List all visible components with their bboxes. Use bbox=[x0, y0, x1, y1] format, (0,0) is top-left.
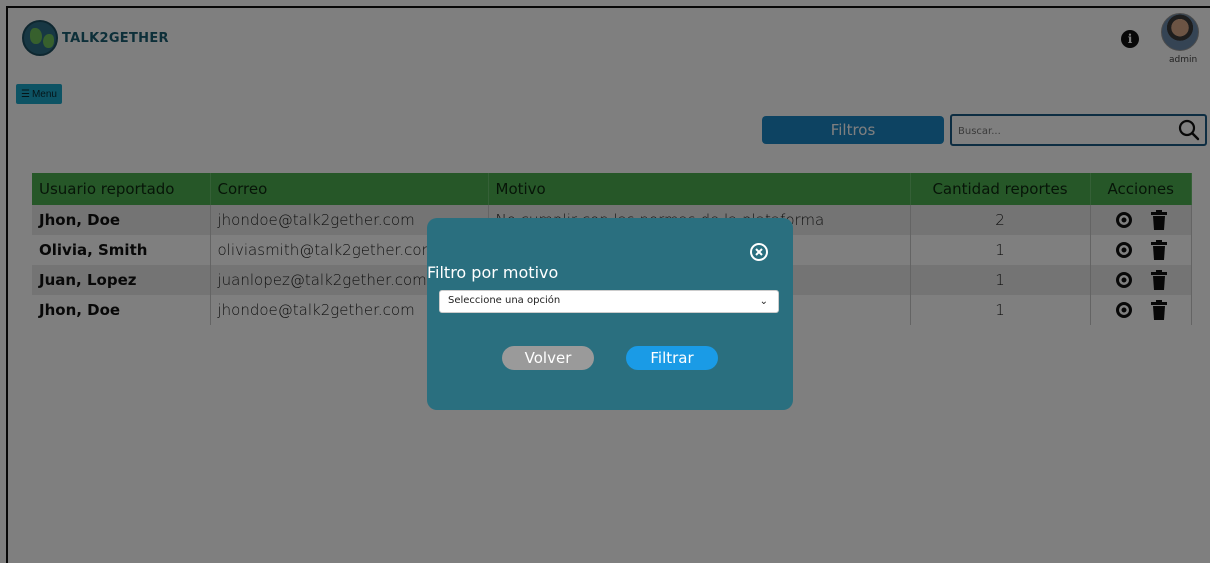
modal-title: Filtro por motivo bbox=[427, 263, 559, 282]
close-icon[interactable] bbox=[749, 242, 769, 262]
back-button[interactable]: Volver bbox=[502, 346, 594, 370]
motivo-select[interactable]: Seleccione una opción ⌄ bbox=[439, 290, 779, 313]
select-value: Seleccione una opción bbox=[448, 295, 561, 306]
filter-modal: Filtro por motivo Seleccione una opción … bbox=[427, 218, 793, 410]
apply-filter-button[interactable]: Filtrar bbox=[626, 346, 718, 370]
chevron-down-icon: ⌄ bbox=[759, 296, 768, 307]
